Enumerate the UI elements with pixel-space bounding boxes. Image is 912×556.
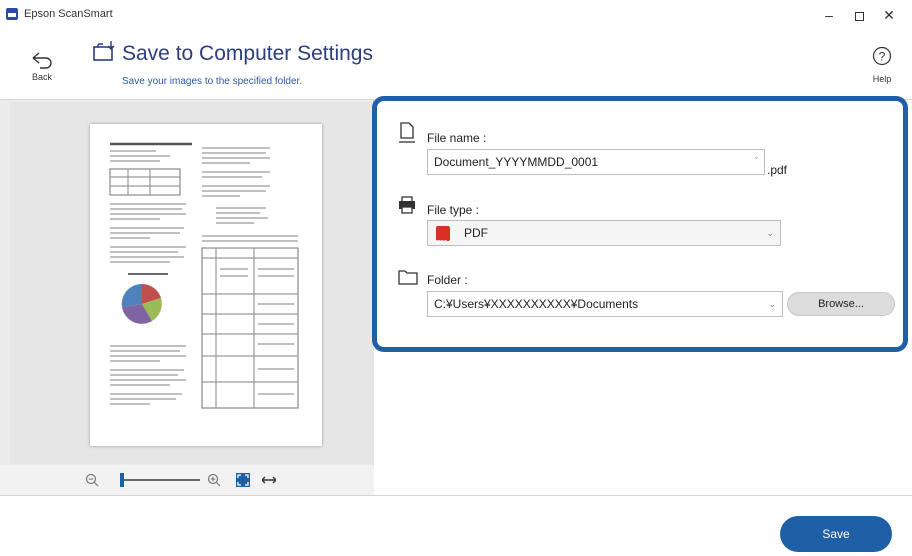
folder-label: Folder : <box>427 273 468 287</box>
page-content-image <box>109 142 299 409</box>
zoom-in-icon[interactable] <box>207 473 221 487</box>
maximize-icon <box>854 11 864 21</box>
preview-area <box>10 102 374 464</box>
help-button[interactable]: ? Help <box>862 46 902 88</box>
app-window: Epson ScanSmart – ✕ Back Save to Compute… <box>0 0 912 556</box>
file-name-label: File name : <box>427 131 487 145</box>
back-label: Back <box>31 72 52 82</box>
browse-button[interactable]: Browse... <box>787 292 895 316</box>
chevron-down-icon: ⌄ <box>766 228 774 238</box>
save-folder-icon <box>93 41 115 61</box>
back-button[interactable]: Back <box>20 48 64 88</box>
file-type-label: File type : <box>427 203 480 217</box>
zoom-slider-thumb[interactable] <box>120 473 124 487</box>
maximize-button[interactable] <box>844 4 874 26</box>
close-icon: ✕ <box>883 7 895 23</box>
app-logo-icon <box>6 8 18 20</box>
folder-icon <box>398 270 418 285</box>
title-bar: Epson ScanSmart – ✕ <box>0 0 912 30</box>
file-type-select[interactable]: PDF ⌄ <box>427 220 781 255</box>
zoom-slider[interactable] <box>120 473 200 487</box>
back-arrow-icon <box>32 52 52 69</box>
chevron-down-icon: ˇ <box>755 156 758 166</box>
zoom-slider-track <box>120 479 200 481</box>
document-icon <box>399 122 415 143</box>
file-type-value: PDF <box>464 226 488 240</box>
zoom-toolbar <box>0 465 374 495</box>
page-title: Save to Computer Settings <box>122 42 373 65</box>
folder-input[interactable]: C:¥Users¥XXXXXXXXXX¥Documents ⌄ <box>427 291 783 317</box>
file-name-input[interactable]: Document_YYYYMMDD_0001 ˇ <box>427 149 765 175</box>
save-button[interactable]: Save <box>780 516 892 552</box>
footer: Save <box>0 495 912 556</box>
window-title: Epson ScanSmart <box>24 8 113 20</box>
help-icon: ? <box>872 46 892 66</box>
pdf-icon <box>436 226 450 255</box>
page-subtitle: Save your images to the specified folder… <box>122 76 303 87</box>
file-extension-label: .pdf <box>767 163 788 177</box>
minimize-icon: – <box>825 7 833 23</box>
help-label: Help <box>872 74 892 84</box>
zoom-out-icon[interactable] <box>85 473 99 487</box>
fit-page-icon[interactable] <box>236 473 250 487</box>
preview-pane <box>0 100 374 495</box>
folder-path-value: C:¥Users¥XXXXXXXXXX¥Documents <box>434 297 639 311</box>
file-name-value: Document_YYYYMMDD_0001 <box>434 155 599 169</box>
minimize-button[interactable]: – <box>814 4 844 26</box>
chevron-down-icon: ⌄ <box>768 299 776 309</box>
scanned-page-thumbnail[interactable] <box>90 124 322 446</box>
close-button[interactable]: ✕ <box>874 4 904 26</box>
printer-icon <box>399 196 415 214</box>
expand-icon[interactable] <box>262 475 276 485</box>
svg-text:?: ? <box>879 50 886 64</box>
settings-panel: File name : Document_YYYYMMDD_0001 ˇ .pd… <box>372 96 908 352</box>
